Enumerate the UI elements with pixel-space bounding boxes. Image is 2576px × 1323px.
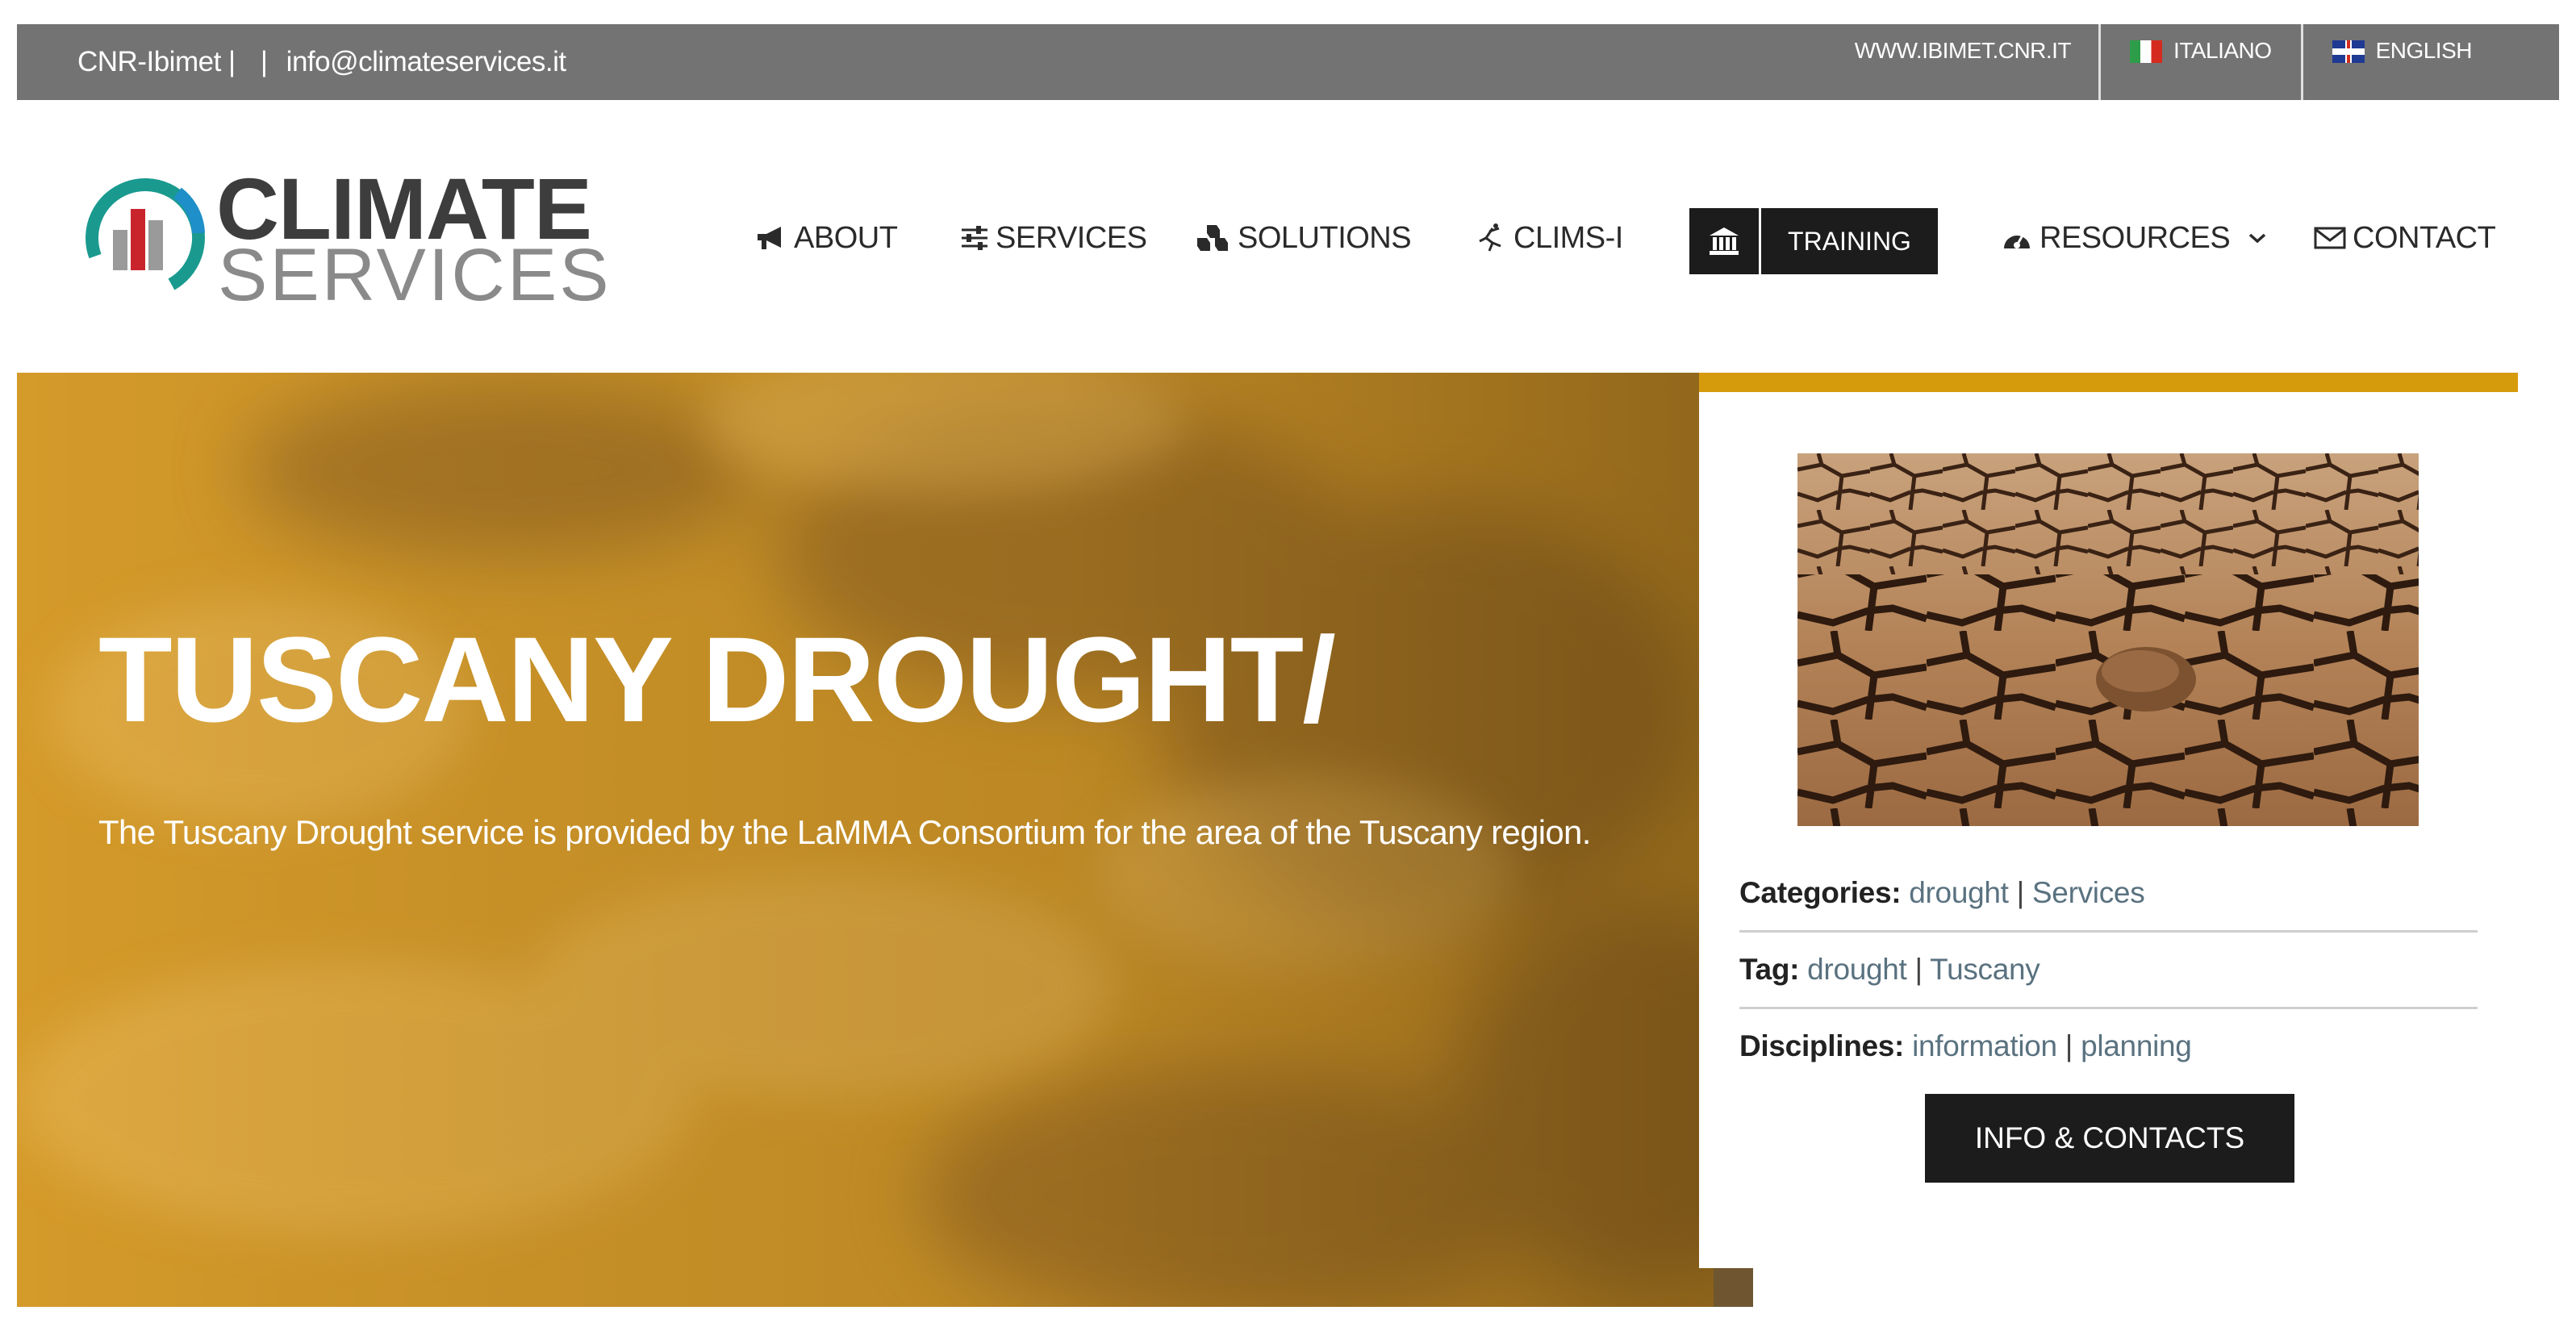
institution-icon [1689, 208, 1761, 274]
cracked-earth-image [1797, 453, 2419, 826]
list-separator: | [2016, 876, 2025, 909]
nav-about-label: ABOUT [794, 220, 898, 255]
nav-solutions[interactable]: SOLUTIONS [1196, 206, 1412, 270]
hero-banner: TUSCANY DROUGHT/ The Tuscany Drought ser… [17, 373, 1753, 1307]
top-contact: CNR-Ibimet | | info@climateservices.it [77, 24, 566, 100]
flag-uk-icon [2332, 40, 2365, 63]
nav-clims-label: CLIMS-I [1513, 220, 1623, 255]
list-separator: | [1914, 953, 1923, 986]
ibimet-site-link[interactable]: WWW.IBIMET.CNR.IT [1855, 24, 2098, 100]
logo-word-services: SERVICES [218, 234, 612, 316]
nav-training[interactable]: TRAINING [1689, 208, 1938, 274]
nav-training-label: TRAINING [1788, 226, 1911, 256]
runner-icon [1479, 223, 1501, 252]
site-label: WWW.IBIMET.CNR.IT [1854, 38, 2072, 63]
email-link[interactable]: info@climateservices.it [286, 24, 566, 100]
nav-resources[interactable]: RESOURCES [2001, 206, 2269, 270]
list-separator: | [2065, 1029, 2073, 1062]
org-link[interactable]: CNR-Ibimet | [77, 24, 236, 100]
nav-about[interactable]: ABOUT [755, 206, 898, 270]
tag-link[interactable]: Tuscany [1930, 953, 2040, 986]
cubes-icon [1197, 225, 1228, 251]
envelope-icon [2314, 227, 2346, 249]
flag-italy-icon [2130, 40, 2163, 63]
language-english[interactable]: ENGLISH [2303, 24, 2559, 100]
meta-divider [1739, 1007, 2478, 1009]
nav-solutions-label: SOLUTIONS [1238, 220, 1412, 255]
top-links: WWW.IBIMET.CNR.IT ITALIANO ENGLISH [1855, 24, 2559, 100]
language-italiano[interactable]: ITALIANO [2101, 24, 2301, 100]
nav-services[interactable]: SERVICES [960, 206, 1147, 270]
disciplines-row: Disciplines: information | planning [1739, 1029, 2478, 1063]
category-link[interactable]: Services [2032, 876, 2145, 909]
top-bar: CNR-Ibimet | | info@climateservices.it W… [17, 24, 2559, 100]
sliders-icon [962, 226, 987, 250]
language-label: ENGLISH [2375, 38, 2473, 63]
tags-row: Tag: drought | Tuscany [1739, 953, 2478, 987]
discipline-link[interactable]: information [1912, 1029, 2057, 1062]
language-label: ITALIANO [2173, 38, 2272, 63]
dashboard-icon [2004, 233, 2030, 248]
tag-link[interactable]: drought [1807, 953, 1907, 986]
discipline-link[interactable]: planning [2081, 1029, 2192, 1062]
category-link[interactable]: drought [1909, 876, 2009, 909]
disciplines-label: Disciplines: [1739, 1029, 1905, 1062]
categories-row: Categories: drought | Services [1739, 876, 2478, 910]
nav-contact-label: CONTACT [2353, 220, 2496, 255]
nav-services-label: SERVICES [996, 220, 1147, 255]
chevron-down-icon [2249, 233, 2266, 244]
nav-contact[interactable]: CONTACT [2314, 206, 2496, 270]
tag-label: Tag: [1739, 953, 1800, 986]
nav-clims[interactable]: CLIMS-I [1475, 206, 1623, 270]
hero-description: The Tuscany Drought service is provided … [98, 813, 1591, 851]
meta-divider [1739, 930, 2478, 933]
site-logo[interactable]: CLIMATE SERVICES [81, 165, 609, 312]
page-title: TUSCANY DROUGHT/ [98, 611, 1336, 747]
top-separator: | [260, 46, 268, 77]
nav-resources-label: RESOURCES [2040, 220, 2231, 255]
megaphone-icon [758, 227, 781, 249]
logo-chart-icon [86, 178, 206, 298]
service-info-card: Categories: drought | Services Tag: drou… [1699, 373, 2518, 1268]
categories-label: Categories: [1739, 876, 1902, 909]
info-contacts-button[interactable]: INFO & CONTACTS [1925, 1094, 2294, 1183]
